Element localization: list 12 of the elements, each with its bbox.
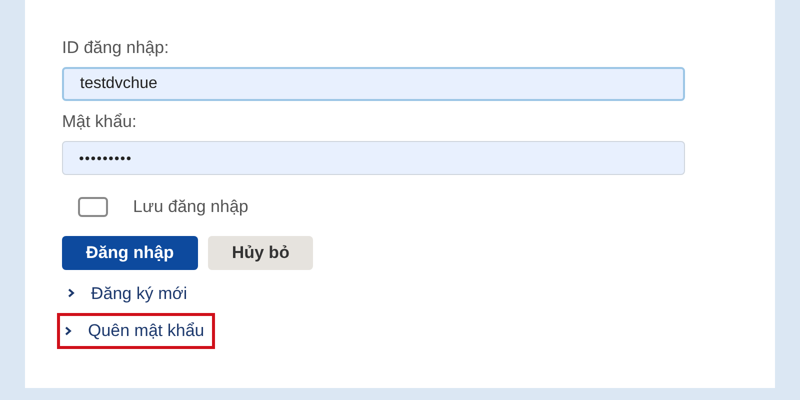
cancel-button[interactable]: Hủy bỏ (208, 236, 314, 270)
chevron-icon (64, 326, 72, 336)
link[interactable]: Quên mật khẩu (88, 318, 204, 344)
login-button[interactable]: Đăng nhập (62, 236, 198, 270)
chevron-icon (67, 288, 75, 298)
password-field[interactable]: ••••••••• (62, 141, 685, 175)
remember-checkbox[interactable] (78, 196, 108, 217)
field-label: ID đăng nhập: (62, 38, 169, 58)
remember-label: Lưu đăng nhập (133, 196, 248, 218)
link[interactable]: Đăng ký mới (91, 280, 188, 306)
field-label: Mật khẩu: (62, 112, 137, 132)
username-field[interactable]: testdvchue (62, 67, 685, 101)
